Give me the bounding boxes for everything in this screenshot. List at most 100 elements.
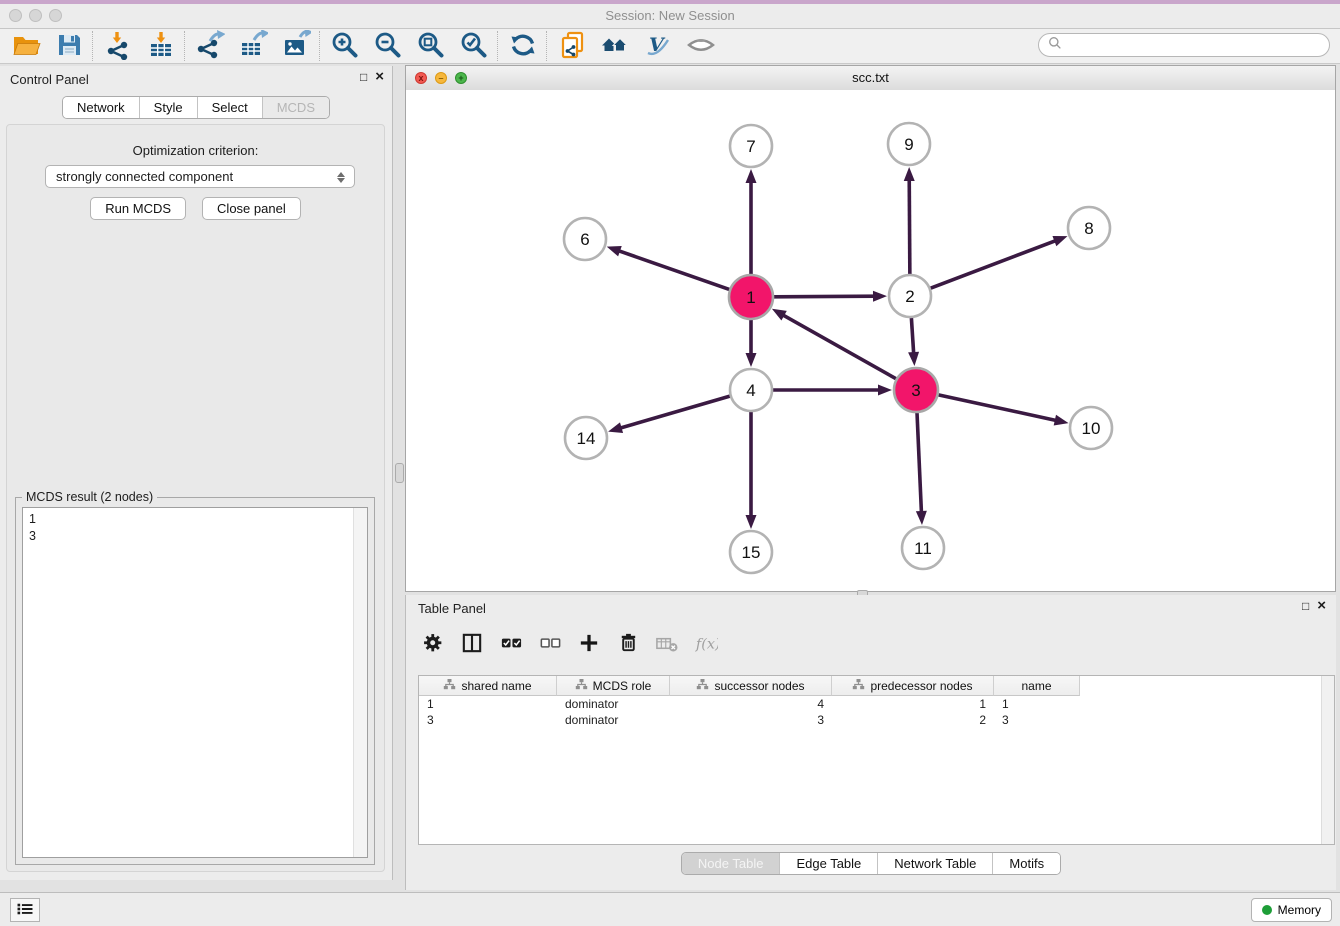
cell-successor-nodes[interactable]: 4	[670, 696, 832, 712]
table-row[interactable]: 3dominator323	[419, 712, 1080, 728]
control-panel-title: Control Panel	[10, 72, 89, 87]
result-scrollbar[interactable]	[353, 508, 367, 857]
network-canvas[interactable]: 7 9 6 8 1 2 4 3 14 10 15 11	[406, 90, 1335, 591]
tab-style[interactable]: Style	[140, 97, 198, 118]
zoom-in-button[interactable]	[323, 30, 366, 62]
memory-button[interactable]: Memory	[1251, 898, 1332, 922]
edge-3-11[interactable]	[917, 413, 921, 513]
cell-name[interactable]: 3	[994, 712, 1080, 728]
edge-2-3[interactable]	[911, 318, 913, 354]
cell-MCDS-role[interactable]: dominator	[557, 696, 670, 712]
cell-predecessor-nodes[interactable]: 1	[832, 696, 994, 712]
import-table-button[interactable]	[139, 30, 182, 62]
float-panel-icon[interactable]: □	[1302, 600, 1309, 612]
list-icon	[14, 898, 36, 923]
network-titlebar[interactable]: x – + scc.txt	[406, 66, 1335, 91]
session-title: Session: New Session	[0, 8, 1340, 23]
mcds-result-textarea[interactable]: 1 3	[22, 507, 368, 858]
import-network-button[interactable]	[96, 30, 139, 62]
edge-2-8[interactable]	[931, 240, 1057, 288]
mcds-result-group: MCDS result (2 nodes) 1 3	[15, 497, 375, 865]
close-panel-icon[interactable]: ×	[375, 71, 384, 83]
tab-mcds[interactable]: MCDS	[263, 97, 329, 118]
cell-name[interactable]: 1	[994, 696, 1080, 712]
graph-node-8[interactable]: 8	[1068, 207, 1110, 249]
graph-node-1[interactable]: 1	[729, 275, 773, 319]
zoom-out-button[interactable]	[366, 30, 409, 62]
vizmapper-button[interactable]: V	[636, 30, 679, 62]
tab-motifs[interactable]: Motifs	[993, 853, 1060, 874]
tab-node-table[interactable]: Node Table	[682, 853, 781, 874]
vertical-splitter[interactable]	[393, 66, 405, 880]
select-all-button[interactable]	[498, 631, 524, 657]
add-row-button[interactable]	[576, 631, 602, 657]
copy-network-view-icon	[557, 30, 587, 63]
graph-node-3[interactable]: 3	[894, 368, 938, 412]
tab-network-table[interactable]: Network Table	[878, 853, 993, 874]
network-list-button[interactable]	[10, 898, 40, 922]
search-input[interactable]	[1067, 37, 1321, 53]
optimization-select[interactable]: strongly connected component	[45, 165, 355, 188]
search-box[interactable]	[1038, 33, 1330, 57]
memory-label: Memory	[1278, 903, 1321, 917]
graph-node-4[interactable]: 4	[730, 369, 772, 411]
close-panel-icon[interactable]: ×	[1317, 600, 1326, 612]
open-session-button[interactable]	[4, 30, 47, 62]
edge-1-6[interactable]	[618, 251, 729, 290]
tab-edge-table[interactable]: Edge Table	[780, 853, 878, 874]
home-icon	[600, 30, 630, 63]
zoom-selected-button[interactable]	[452, 30, 495, 62]
column-header-successor-nodes[interactable]: successor nodes	[670, 676, 832, 696]
column-header-predecessor-nodes[interactable]: predecessor nodes	[832, 676, 994, 696]
cell-shared-name[interactable]: 3	[419, 712, 557, 728]
show-hide-details-button[interactable]	[679, 30, 722, 62]
graph-node-15[interactable]: 15	[730, 531, 772, 573]
table-row[interactable]: 1dominator411	[419, 696, 1080, 712]
float-panel-icon[interactable]: □	[360, 71, 367, 83]
cell-successor-nodes[interactable]: 3	[670, 712, 832, 728]
deselect-all-button[interactable]	[537, 631, 563, 657]
edge-arrow-icon	[746, 353, 757, 367]
panel-columns-button[interactable]	[459, 631, 485, 657]
tab-network[interactable]: Network	[63, 97, 140, 118]
edge-2-9[interactable]	[909, 179, 910, 274]
cell-shared-name[interactable]: 1	[419, 696, 557, 712]
delete-row-button[interactable]	[615, 631, 641, 657]
apply-layout-button[interactable]	[501, 30, 544, 62]
table-scrollbar[interactable]	[1321, 676, 1334, 844]
export-image-icon	[281, 30, 311, 63]
graph-node-2[interactable]: 2	[889, 275, 931, 317]
tab-select[interactable]: Select	[198, 97, 263, 118]
export-table-button[interactable]	[231, 30, 274, 62]
edge-3-10[interactable]	[938, 395, 1056, 421]
close-panel-button[interactable]: Close panel	[202, 197, 301, 220]
select-all-icon	[499, 631, 523, 658]
graph-node-10[interactable]: 10	[1070, 407, 1112, 449]
edge-4-14[interactable]	[620, 396, 730, 428]
edge-1-2[interactable]	[774, 296, 875, 297]
column-header-name[interactable]: name	[994, 676, 1080, 696]
graph-node-11[interactable]: 11	[902, 527, 944, 569]
splitter-handle[interactable]	[395, 463, 404, 483]
save-session-button[interactable]	[47, 30, 90, 62]
graph-node-9[interactable]: 9	[888, 123, 930, 165]
column-gear-button[interactable]	[420, 631, 446, 657]
open-session-icon	[11, 30, 41, 63]
run-mcds-button[interactable]: Run MCDS	[90, 197, 186, 220]
cell-predecessor-nodes[interactable]: 2	[832, 712, 994, 728]
zoom-fit-button[interactable]	[409, 30, 452, 62]
column-header-shared-name[interactable]: shared name	[419, 676, 557, 696]
home-button[interactable]	[593, 30, 636, 62]
graph-node-7[interactable]: 7	[730, 125, 772, 167]
node-label: 11	[914, 539, 932, 558]
edge-3-1[interactable]	[782, 315, 896, 379]
export-network-button[interactable]	[188, 30, 231, 62]
cell-MCDS-role[interactable]: dominator	[557, 712, 670, 728]
edge-arrow-icon	[1052, 236, 1067, 246]
column-header-MCDS-role[interactable]: MCDS role	[557, 676, 670, 696]
export-image-button[interactable]	[274, 30, 317, 62]
graph-node-6[interactable]: 6	[564, 218, 606, 260]
graph-node-14[interactable]: 14	[565, 417, 607, 459]
copy-network-view-button[interactable]	[550, 30, 593, 62]
status-bar: Memory	[0, 892, 1340, 926]
